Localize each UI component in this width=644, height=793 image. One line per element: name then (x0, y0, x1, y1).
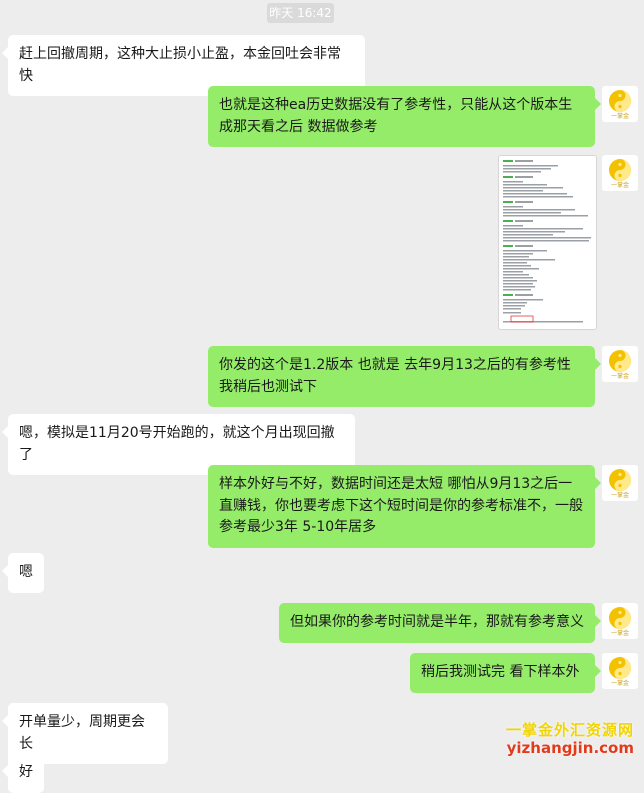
user-avatar[interactable]: 一掌金 (602, 465, 638, 501)
user-avatar[interactable]: 一掌金 (602, 346, 638, 382)
user-avatar[interactable]: 一掌金 (602, 603, 638, 639)
watermark-title: 一掌金外汇资源网 (505, 721, 634, 739)
user-avatar[interactable]: 一掌金 (602, 86, 638, 122)
avatar-label: 一掌金 (610, 373, 629, 380)
chat-timestamp: 昨天 16:42 (267, 3, 334, 23)
image-message-thumbnail[interactable] (498, 155, 597, 330)
avatar-label: 一掌金 (610, 182, 629, 189)
message-bubble-sent[interactable]: 样本外好与不好，数据时间还是太短 哪怕从9月13之后一直赚钱，你也要考虑下这个短… (208, 465, 601, 548)
avatar-label: 一掌金 (610, 113, 629, 120)
user-avatar[interactable]: 一掌金 (602, 155, 638, 191)
message-bubble-received[interactable]: 好 (2, 753, 44, 793)
message-bubble-sent[interactable]: 你发的这个是1.2版本 也就是 去年9月13之后的有参考性 我稍后也测试下 (208, 346, 601, 407)
message-bubble-sent[interactable]: 也就是这种ea历史数据没有了参考性，只能从这个版本生成那天看之后 数据做参考 (208, 86, 601, 147)
document-screenshot-image (503, 160, 591, 323)
watermark-url: yizhangjin.com (506, 739, 634, 757)
avatar-label: 一掌金 (610, 630, 629, 637)
message-bubble-sent[interactable]: 稍后我测试完 看下样本外 (410, 653, 601, 693)
avatar-label: 一掌金 (610, 492, 629, 499)
message-bubble-sent[interactable]: 但如果你的参考时间就是半年，那就有参考意义 (279, 603, 601, 643)
user-avatar[interactable]: 一掌金 (602, 653, 638, 689)
message-bubble-received[interactable]: 嗯 (2, 553, 44, 593)
avatar-label: 一掌金 (610, 680, 629, 687)
